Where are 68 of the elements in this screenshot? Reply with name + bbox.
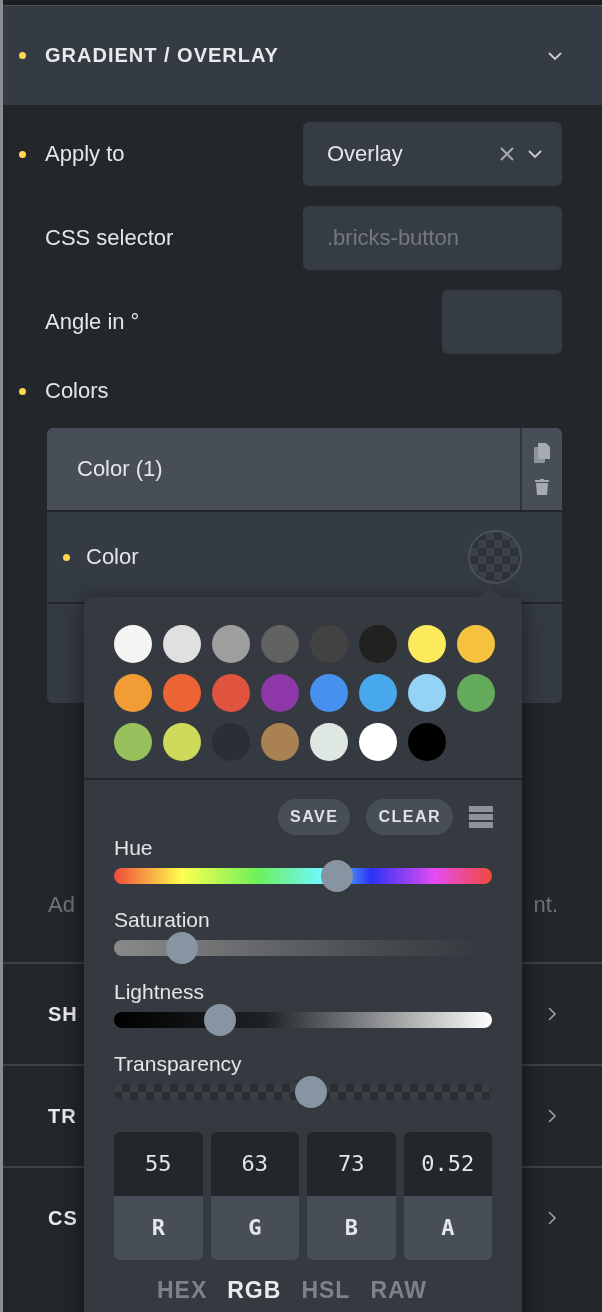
slider-label: Hue [114,835,154,861]
color-swatch[interactable] [310,723,348,761]
hue-slider[interactable] [114,860,492,892]
transparency-slider[interactable] [114,1076,492,1108]
channel-label: A [403,1196,492,1260]
color-swatch[interactable] [359,625,397,663]
clear-icon[interactable] [500,147,514,161]
picker-button[interactable]: CLEAR [366,799,453,835]
section-header[interactable]: GRADIENT / OVERLAY [3,5,602,105]
chevron-right-icon [548,1211,557,1225]
channel-value-field[interactable]: 55 [114,1132,203,1196]
color-swatch[interactable] [163,674,201,712]
channel-label: G [210,1196,299,1260]
color-swatch[interactable] [261,625,299,663]
slider-thumb[interactable] [166,932,199,964]
field-label: Colors [45,378,110,404]
lightness-slider[interactable] [114,1004,492,1036]
color-swatch[interactable] [114,723,152,761]
selector-field[interactable]: .bricks-button [303,206,562,270]
color-swatch[interactable] [114,674,152,712]
section-title: TR [48,1104,77,1128]
picker-button[interactable]: SAVE [278,799,351,835]
field-label: Color [86,544,140,570]
color-swatch[interactable] [359,723,397,761]
chevron-right-icon [548,1007,557,1021]
color-swatch[interactable] [163,625,201,663]
color-swatch[interactable] [114,625,152,663]
slider-label: Saturation [114,907,211,933]
copy-icon[interactable] [534,443,550,463]
channel-value-field[interactable]: 73 [307,1132,396,1196]
color-swatch[interactable] [261,674,299,712]
hint-text: Ad [48,892,75,918]
slider-thumb[interactable] [294,1076,327,1108]
apply-to-select[interactable]: Overlay [303,122,562,186]
field-label: CSS selector [45,225,175,251]
color-swatch[interactable] [163,723,201,761]
channel-label: R [114,1196,203,1260]
color-swatch[interactable] [457,674,495,712]
slider-thumb[interactable] [203,1004,236,1036]
section-title: GRADIENT / OVERLAY [45,44,280,67]
color-swatch[interactable] [408,723,446,761]
field-label: Apply to [45,141,126,167]
color-swatch[interactable] [408,674,446,712]
channel-value-field[interactable]: 63 [210,1132,299,1196]
section-title: SH [48,1002,78,1026]
field-label: Angle in ° [45,309,141,335]
color-swatch[interactable] [212,625,250,663]
mode-tab[interactable]: RGB [227,1277,282,1304]
color-swatch[interactable] [310,674,348,712]
trash-icon[interactable] [535,479,549,495]
section-title: CS [48,1206,78,1230]
channel-label: B [307,1196,396,1260]
chevron-right-icon [548,1109,557,1123]
hint-text: nt. [533,892,558,918]
slider-label: Lightness [114,979,205,1005]
chevron-down-icon [528,149,542,159]
slider-thumb[interactable] [321,860,353,892]
channel-value-field[interactable]: 0.52 [403,1132,492,1196]
chevron-down-icon [548,51,562,61]
color-swatch[interactable] [408,625,446,663]
color-swatch[interactable] [212,674,250,712]
bars-icon[interactable] [469,806,493,828]
color-swatch[interactable] [359,674,397,712]
slider-label: Transparency [114,1051,243,1077]
angle-field[interactable] [442,290,562,354]
color-swatch[interactable] [457,625,495,663]
color-preview[interactable] [468,530,522,584]
color-swatch[interactable] [261,723,299,761]
